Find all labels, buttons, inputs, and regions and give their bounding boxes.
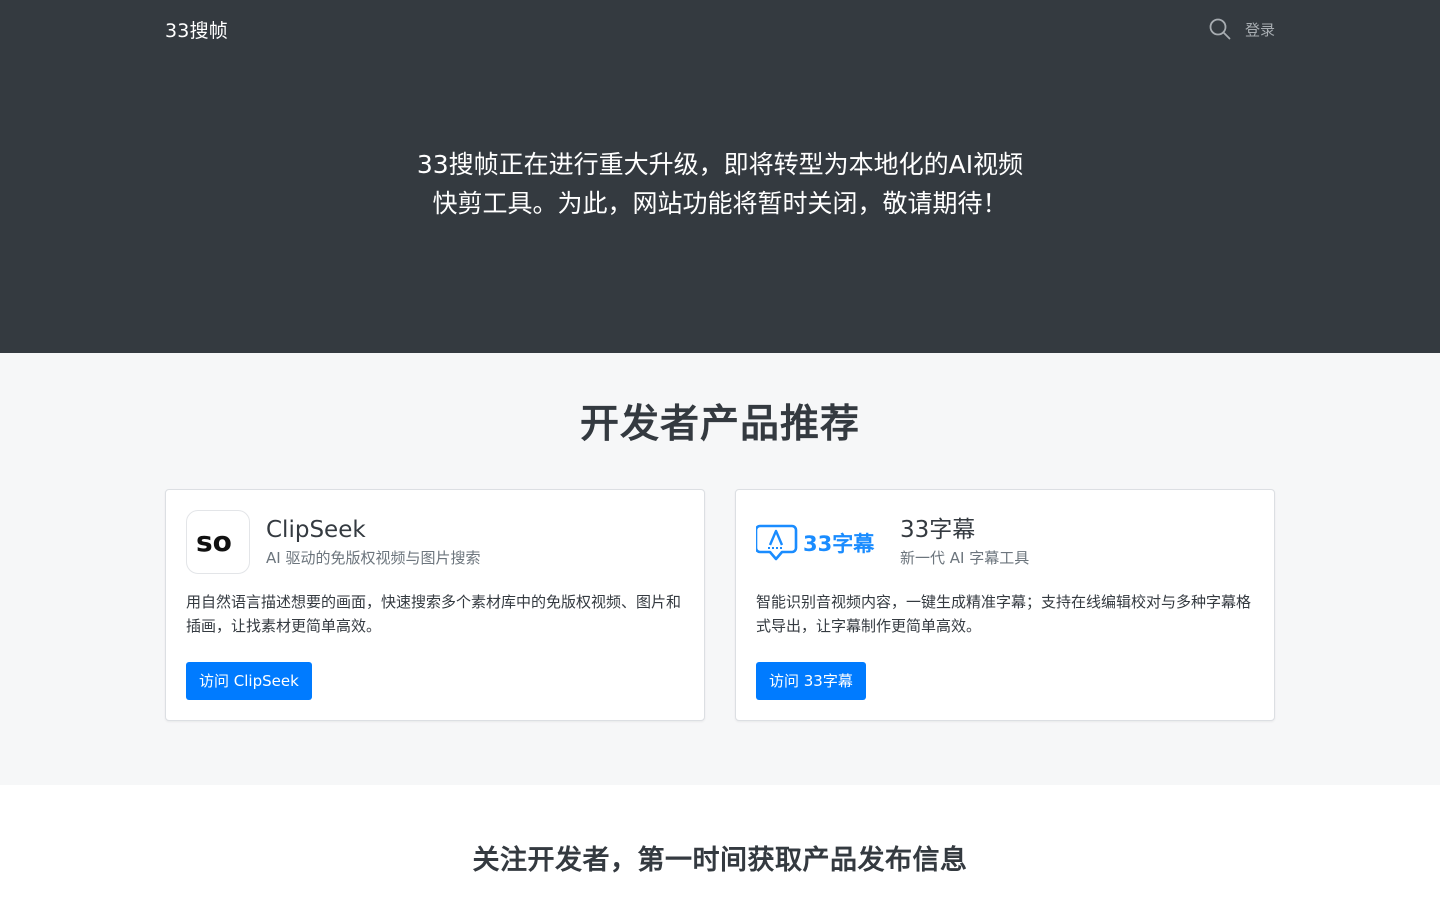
navbar: 33搜帧 登录 [165, 0, 1275, 58]
developer-products-section: 开发者产品推荐 so ClipSeek AI 驱动的免版权视频与图片搜索 用自然… [0, 353, 1440, 785]
product-subtitle: AI 驱动的免版权视频与图片搜索 [266, 549, 481, 567]
search-icon[interactable] [1209, 18, 1231, 40]
product-description: 用自然语言描述想要的画面，快速搜索多个素材库中的免版权视频、图片和插画，让找素材… [186, 593, 682, 635]
follow-section: 关注开发者，第一时间获取产品发布信息 [0, 785, 1440, 900]
product-subtitle: 新一代 AI 字幕工具 [900, 549, 1030, 567]
card-titles: ClipSeek AI 驱动的免版权视频与图片搜索 [266, 515, 480, 569]
card-header: so ClipSeek AI 驱动的免版权视频与图片搜索 [186, 510, 684, 574]
product-description: 智能识别音视频内容，一键生成精准字幕；支持在线编辑校对与多种字幕格式导出，让字幕… [756, 593, 1252, 635]
card-header: 33字幕 33字幕 新一代 AI 字幕工具 [756, 510, 1254, 574]
nav-actions: 登录 [1209, 18, 1275, 40]
follow-heading: 关注开发者，第一时间获取产品发布信息 [472, 845, 968, 876]
visit-clipseek-button[interactable]: 访问 ClipSeek [186, 662, 312, 700]
svg-text:so: so [196, 527, 232, 557]
brand-link[interactable]: 33搜帧 [165, 16, 228, 43]
clipseek-logo-icon: so [186, 510, 250, 574]
product-card-clipseek: so ClipSeek AI 驱动的免版权视频与图片搜索 用自然语言描述想要的画… [165, 489, 705, 721]
product-title: 33字幕 [900, 517, 976, 543]
visit-33zimu-button[interactable]: 访问 33字幕 [756, 662, 866, 700]
products-heading: 开发者产品推荐 [579, 402, 860, 447]
product-title: ClipSeek [266, 517, 366, 543]
card-titles: 33字幕 新一代 AI 字幕工具 [900, 515, 1029, 569]
33zimu-logo-icon: 33字幕 [756, 510, 884, 574]
33zimu-logo-mark: 33字幕 [756, 524, 875, 561]
top-banner: 33搜帧 登录 33搜帧正在进行重大升级，即将转型为本地化的AI视频快剪工具。为… [0, 0, 1440, 353]
clipseek-logo-mark: so [196, 527, 232, 557]
login-link[interactable]: 登录 [1245, 19, 1275, 40]
product-card-33zimu: 33字幕 33字幕 新一代 AI 字幕工具 智能识别音视频内容，一键生成精准字幕… [735, 489, 1275, 721]
svg-text:33字幕: 33字幕 [803, 532, 875, 556]
upgrade-notice: 33搜帧正在进行重大升级，即将转型为本地化的AI视频快剪工具。为此，网站功能将暂… [416, 150, 1024, 218]
